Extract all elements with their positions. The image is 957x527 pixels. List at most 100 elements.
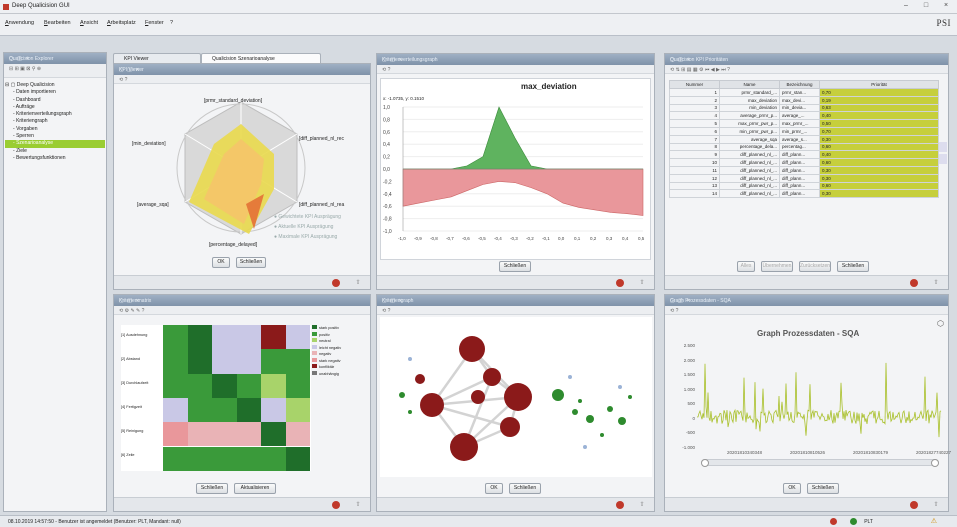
cell-priority[interactable]: 0,60: [819, 181, 939, 191]
process-close-button[interactable]: Schließen: [807, 483, 839, 494]
toolbar-icons[interactable]: ⟲ ⇅ ⊞ ▤ ▦ ⚙ ⏮ ◀ ▶ ⏭ ?: [670, 67, 730, 73]
notification-icon[interactable]: ⚠: [931, 517, 937, 525]
reset-button[interactable]: Zurücksetzen: [799, 261, 831, 272]
menu-fenster[interactable]: Fenster: [145, 20, 164, 26]
cell-label[interactable]: diff_plann...: [779, 150, 820, 160]
cell-number[interactable]: 7: [669, 134, 720, 144]
tree-item-evaluation[interactable]: - Bewertungsfunktionen: [5, 155, 105, 162]
cell-name[interactable]: min_prmr_pwr_p...: [719, 126, 780, 136]
cell-priority[interactable]: 0,70: [819, 126, 939, 136]
panel-controls-icon[interactable]: ▢ ◫ ✕: [119, 67, 366, 73]
cell-name[interactable]: max_deviation: [719, 95, 780, 105]
cell-number[interactable]: 13: [669, 181, 720, 191]
export-icon[interactable]: ⇧: [354, 279, 362, 287]
cell-number[interactable]: 4: [669, 111, 720, 121]
cell-priority[interactable]: 0,30: [819, 173, 939, 183]
matrix-cell[interactable]: [187, 397, 212, 423]
table-row[interactable]: 12 diff_planned_nl_... diff_plann... 0,30: [669, 173, 939, 183]
panel-controls-icon[interactable]: ▢ ◫ ✕: [119, 298, 366, 304]
matrix-cell[interactable]: [285, 422, 310, 447]
col-number[interactable]: Nummer: [669, 80, 720, 89]
tree-item-locks[interactable]: - Sperren: [5, 133, 105, 140]
process-ok-button[interactable]: OK: [783, 483, 801, 494]
cell-label[interactable]: average_s...: [779, 134, 820, 144]
table-row[interactable]: 3 min_deviation min_devia... 0,63: [669, 103, 939, 113]
cell-label[interactable]: diff_plann...: [779, 158, 820, 167]
tree-item-distribution[interactable]: - Kriterienverteilungsgraph: [5, 111, 105, 118]
table-row[interactable]: 10 diff_planned_nl_... diff_plann... 0,60: [669, 158, 939, 167]
table-row[interactable]: 6 min_prmr_pwr_p... min_prmr_... 0,70: [669, 126, 939, 136]
cell-name[interactable]: average_prmr_p...: [719, 111, 780, 121]
cell-name[interactable]: diff_planned_nl_...: [719, 158, 780, 167]
toolbar-icons[interactable]: ⟲ ?: [119, 77, 127, 83]
table-row[interactable]: 14 diff_planned_nl_... diff_plann... 0,30: [669, 189, 939, 199]
panel-controls-icon[interactable]: ▢ ◫ ✕: [670, 57, 944, 63]
kpi-ok-button[interactable]: OK: [212, 257, 230, 268]
cell-priority[interactable]: 0,30: [819, 189, 939, 199]
menu-bearbeiten[interactable]: Bearbeiten: [44, 20, 71, 26]
matrix-cell[interactable]: [236, 349, 261, 374]
network-ok-button[interactable]: OK: [485, 483, 503, 494]
toolbar-icons[interactable]: ⟲ ?: [382, 308, 390, 314]
cell-priority[interactable]: 0,40: [819, 150, 939, 160]
process-range-slider[interactable]: [701, 459, 939, 467]
maximize-icon[interactable]: □: [917, 2, 935, 12]
cell-priority[interactable]: 0,50: [819, 119, 939, 128]
matrix-cell[interactable]: [285, 446, 310, 471]
matrix-cell[interactable]: [236, 325, 261, 350]
cell-priority[interactable]: 0,30: [819, 134, 939, 144]
tree-item-goals[interactable]: - Ziele: [5, 148, 105, 155]
matrix-cell[interactable]: [212, 325, 237, 350]
matrix-cell[interactable]: [187, 422, 212, 447]
cell-label[interactable]: diff_plann...: [779, 189, 820, 199]
matrix-cell[interactable]: [261, 373, 286, 398]
cell-number[interactable]: 3: [669, 103, 720, 113]
tree-item-dashboard[interactable]: - Dashboard: [5, 97, 105, 104]
cell-number[interactable]: 12: [669, 173, 720, 183]
network-close-button[interactable]: Schließen: [509, 483, 541, 494]
panel-controls-icon[interactable]: ▢ ◫ ✕: [670, 298, 944, 304]
cell-number[interactable]: 8: [669, 142, 720, 152]
table-row[interactable]: 2 max_deviation max_devi... 0,19: [669, 95, 939, 105]
menu-help[interactable]: ?: [170, 20, 173, 26]
matrix-close-button[interactable]: Schließen: [196, 483, 228, 494]
matrix-cell[interactable]: [163, 373, 188, 398]
cell-number[interactable]: 5: [669, 119, 720, 128]
col-name[interactable]: Name: [719, 80, 780, 89]
col-priority[interactable]: Priorität: [819, 80, 939, 89]
cell-label[interactable]: average_...: [779, 111, 820, 121]
panel-controls-icon[interactable]: ▢ ◫ ✕: [382, 57, 650, 63]
tree-item-targets[interactable]: - Vorgaben: [5, 126, 105, 133]
panel-controls-icon[interactable]: ▢ ◫ ✕: [382, 298, 650, 304]
toolbar-icons[interactable]: ⊟ ⊞ ▣ ⊠ ⚲ ⊕: [9, 66, 41, 72]
cell-number[interactable]: 11: [669, 165, 720, 175]
matrix-cell[interactable]: [236, 397, 261, 423]
table-row[interactable]: 7 average_sqa average_s... 0,30: [669, 134, 939, 144]
cell-name[interactable]: diff_planned_nl_...: [719, 150, 780, 160]
menu-ansicht[interactable]: Ansicht: [80, 20, 98, 26]
cell-name[interactable]: average_sqa: [719, 134, 780, 144]
slider-handle-right[interactable]: [931, 459, 939, 467]
matrix-cell[interactable]: [163, 397, 188, 423]
export-icon[interactable]: ⇧: [354, 501, 362, 509]
cell-number[interactable]: 10: [669, 158, 720, 167]
tree-item-orders[interactable]: - Aufträge: [5, 104, 105, 111]
col-label[interactable]: Bezeichnung: [779, 80, 820, 89]
tree-item-import[interactable]: - Daten importieren: [5, 89, 105, 96]
matrix-cell[interactable]: [285, 325, 310, 350]
matrix-cell[interactable]: [261, 349, 286, 374]
cell-number[interactable]: 1: [669, 88, 720, 97]
cell-name[interactable]: min_deviation: [719, 103, 780, 113]
minimize-icon[interactable]: –: [897, 2, 915, 12]
table-row[interactable]: 4 average_prmr_p... average_... 0,40: [669, 111, 939, 121]
menu-anwendung[interactable]: Anwendung: [5, 20, 34, 26]
matrix-cell[interactable]: [212, 397, 237, 423]
cell-label[interactable]: diff_plann...: [779, 173, 820, 183]
cell-priority[interactable]: 0,40: [819, 111, 939, 121]
tab-kpi-viewer[interactable]: KPI Viewer: [113, 53, 201, 63]
matrix-cell[interactable]: [236, 422, 261, 447]
tab-szenarioanalyse[interactable]: Qualicision Szenarioanalyse: [201, 53, 321, 63]
cell-name[interactable]: max_prmr_pwr_p...: [719, 119, 780, 128]
select-all-button[interactable]: Alles: [737, 261, 755, 272]
cell-label[interactable]: max_devi...: [779, 95, 820, 105]
